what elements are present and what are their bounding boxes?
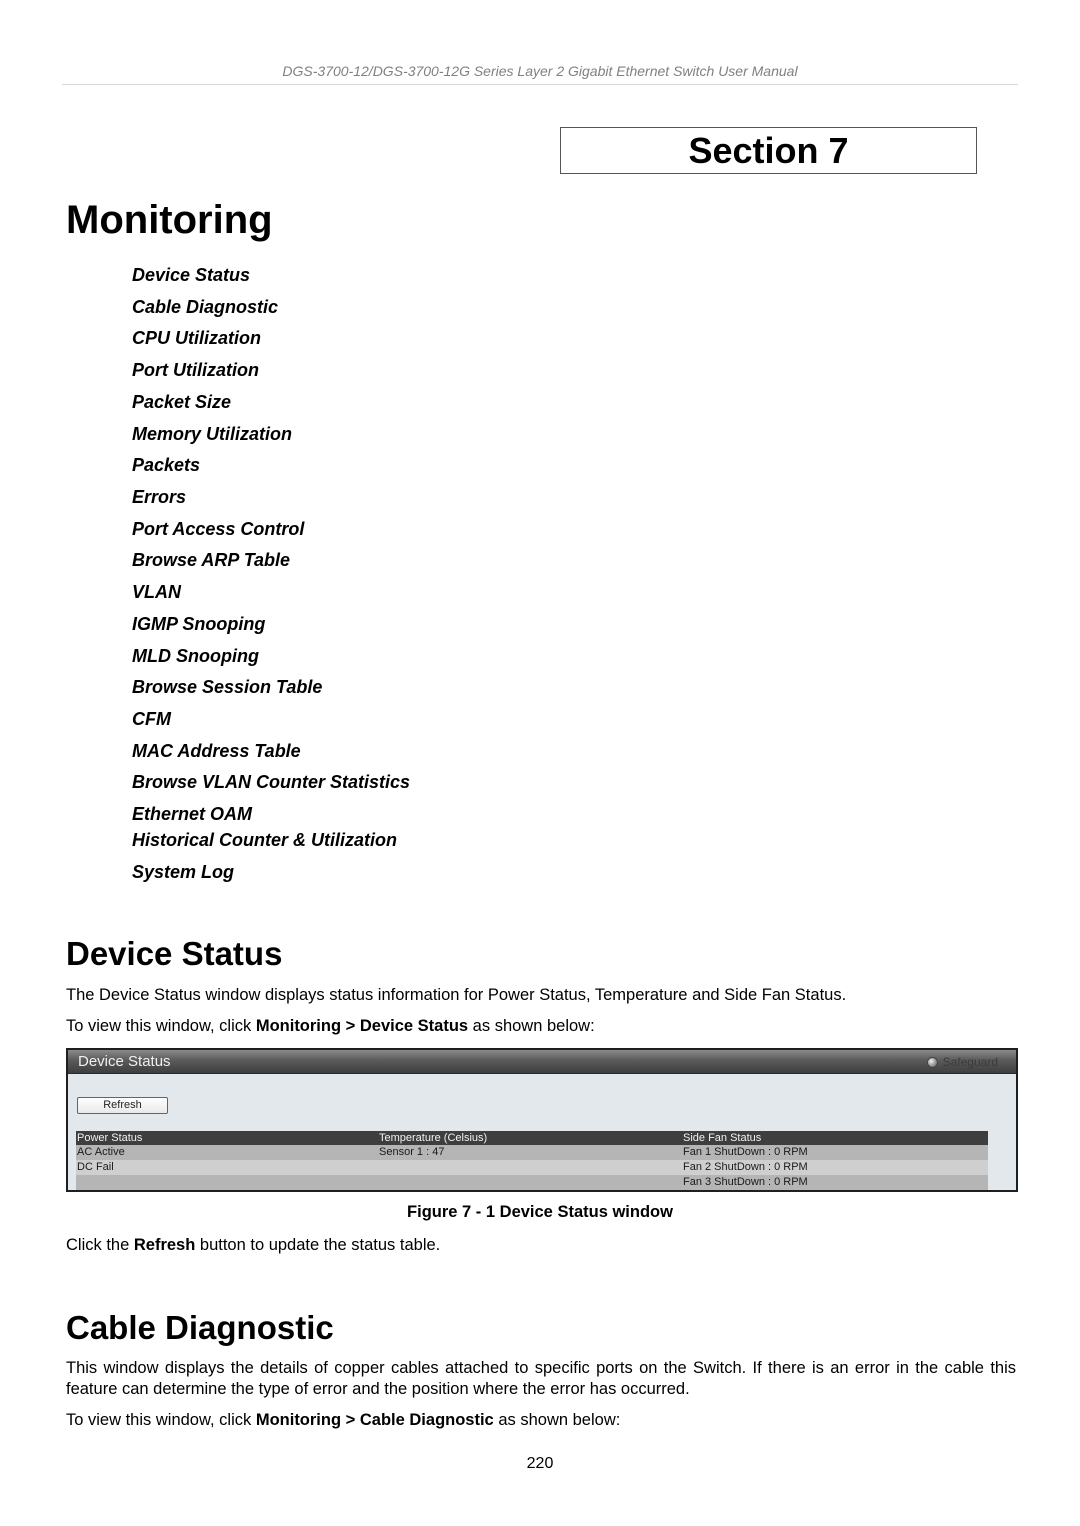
text-prefix: Click the (66, 1236, 134, 1254)
table-cell: Fan 2 ShutDown : 0 RPM (682, 1160, 988, 1175)
toc-item[interactable]: System Log (132, 861, 234, 883)
safeguard-label: Safeguard (942, 1055, 998, 1069)
table-row: Fan 3 ShutDown : 0 RPM (76, 1175, 988, 1190)
device-status-nav-instruction: To view this window, click Monitoring > … (66, 1016, 1016, 1037)
table-row: AC Active Sensor 1 : 47 Fan 1 ShutDown :… (76, 1145, 988, 1160)
toc-item[interactable]: Packets (132, 454, 200, 476)
safeguard-led-icon (926, 1056, 938, 1068)
toc-item[interactable]: Errors (132, 486, 186, 508)
table-cell: DC Fail (76, 1160, 378, 1175)
table-cell: Sensor 1 : 47 (378, 1145, 682, 1160)
nav-prefix: To view this window, click (66, 1017, 256, 1035)
safeguard-indicator: Safeguard (926, 1055, 998, 1069)
section-label: Section 7 (560, 127, 977, 174)
toc-item[interactable]: Browse Session Table (132, 676, 322, 698)
nav-prefix: To view this window, click (66, 1411, 256, 1429)
nav-menu: Monitoring (255, 1017, 342, 1035)
table-cell (76, 1175, 378, 1190)
page-number: 220 (526, 1455, 554, 1472)
toc-item[interactable]: Browse VLAN Counter Statistics (132, 771, 410, 793)
nav-item: Cable Diagnostic (359, 1411, 494, 1429)
toc-item[interactable]: Port Access Control (132, 518, 304, 540)
toc-item[interactable]: Device Status (132, 264, 250, 286)
toc-item[interactable]: MAC Address Table (132, 740, 301, 762)
table-cell: Fan 1 ShutDown : 0 RPM (682, 1145, 988, 1160)
nav-separator: > (341, 1017, 360, 1035)
toc-item[interactable]: Browse ARP Table (132, 549, 290, 571)
figure-caption: Figure 7 - 1 Device Status window (407, 1203, 673, 1221)
cable-diagnostic-intro: This window displays the details of copp… (66, 1359, 1016, 1398)
table-cell (378, 1160, 682, 1175)
table-cell (378, 1175, 682, 1190)
nav-suffix: as shown below: (468, 1017, 595, 1035)
text-suffix: button to update the status table. (195, 1236, 441, 1254)
device-status-table: Power Status Temperature (Celsius) Side … (76, 1131, 988, 1190)
toc-item[interactable]: Memory Utilization (132, 423, 292, 445)
nav-item: Device Status (359, 1017, 469, 1035)
running-header: DGS-3700-12/DGS-3700-12G Series Layer 2 … (282, 63, 798, 79)
toc-item[interactable]: IGMP Snooping (132, 613, 265, 635)
chapter-title: Monitoring (66, 198, 273, 242)
toc-item[interactable]: Ethernet OAM (132, 803, 252, 825)
device-status-window: Device Status Safeguard Refresh Power St… (66, 1048, 1018, 1192)
refresh-instruction: Click the Refresh button to update the s… (66, 1235, 1016, 1256)
device-status-intro: The Device Status window displays status… (66, 986, 847, 1004)
header-divider (62, 84, 1018, 85)
toc-item[interactable]: CFM (132, 708, 171, 730)
table-header-row: Power Status Temperature (Celsius) Side … (76, 1131, 988, 1145)
column-header: Temperature (Celsius) (378, 1131, 682, 1145)
table-cell: AC Active (76, 1145, 378, 1160)
toc-item[interactable]: Packet Size (132, 391, 231, 413)
nav-suffix: as shown below: (493, 1411, 621, 1429)
toc-item[interactable]: VLAN (132, 581, 181, 603)
refresh-button[interactable]: Refresh (77, 1097, 168, 1114)
column-header: Side Fan Status (682, 1131, 988, 1145)
toc-item[interactable]: CPU Utilization (132, 327, 261, 349)
cable-diagnostic-nav-instruction: To view this window, click Monitoring > … (66, 1410, 1016, 1431)
window-title: Device Status (78, 1053, 171, 1070)
toc-item[interactable]: MLD Snooping (132, 645, 259, 667)
nav-menu: Monitoring (255, 1411, 342, 1429)
toc-item[interactable]: Historical Counter & Utilization (132, 829, 397, 851)
table-cell: Fan 3 ShutDown : 0 RPM (682, 1175, 988, 1190)
device-status-heading: Device Status (66, 935, 283, 972)
text-bold: Refresh (133, 1236, 196, 1254)
toc-item[interactable]: Cable Diagnostic (132, 296, 278, 318)
table-row: DC Fail Fan 2 ShutDown : 0 RPM (76, 1160, 988, 1175)
nav-separator: > (341, 1411, 360, 1429)
window-titlebar: Device Status Safeguard (68, 1050, 1016, 1074)
toc-item[interactable]: Port Utilization (132, 359, 259, 381)
cable-diagnostic-heading: Cable Diagnostic (66, 1309, 334, 1346)
column-header: Power Status (76, 1131, 378, 1145)
